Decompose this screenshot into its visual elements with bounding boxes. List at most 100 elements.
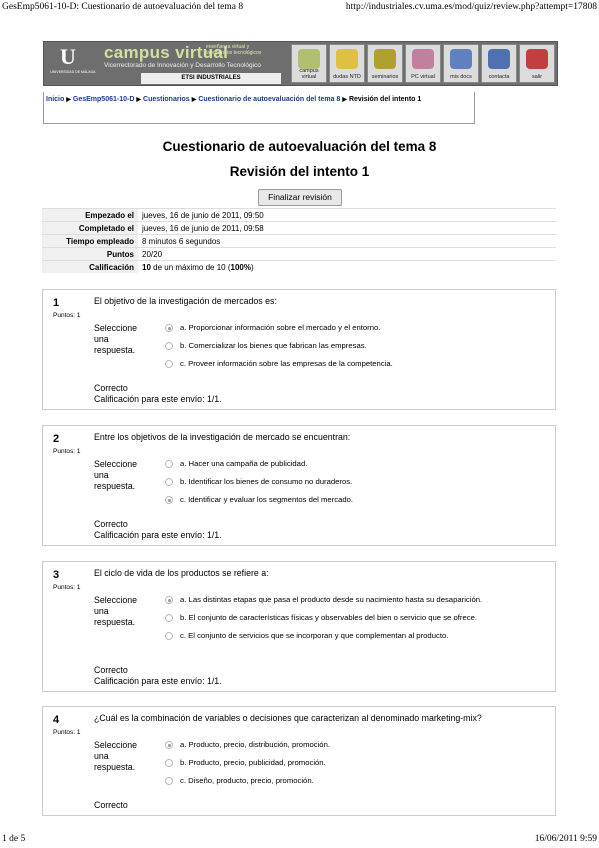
question-number: 2 [53, 433, 60, 445]
answer-option[interactable]: b. El conjunto de características física… [165, 613, 545, 622]
radio-button[interactable] [165, 324, 173, 332]
nav-icon-mis-docs[interactable]: mis docs [443, 44, 479, 83]
print-header: GesEmp5061-10-D: Cuestionario de autoeva… [2, 2, 597, 14]
answer-option[interactable]: a. Hacer una campaña de publicidad. [165, 459, 545, 468]
nav-icon-salir[interactable]: salir [519, 44, 555, 83]
radio-button[interactable] [165, 596, 173, 604]
breadcrumb: Inicio ▶ GesEmp5061-10-D ▶ Cuestionarios ▶ Cue… [43, 92, 475, 124]
question-number: 3 [53, 569, 60, 581]
radio-button[interactable] [165, 460, 173, 468]
summary-label: Completado el [42, 221, 138, 235]
answer-option[interactable]: b. Comercializar los bienes que fabrican… [165, 341, 545, 350]
answer-options: a. Las distintas etapas que pasa el prod… [165, 595, 545, 649]
nav-icon-pc-virtual[interactable]: PC virtual [405, 44, 441, 83]
campus-banner: U UNIVERSIDAD DE MÁLAGA campus virtual e… [43, 41, 558, 86]
question-points: Puntos: 1 [53, 448, 81, 455]
question-result: Correcto [94, 800, 128, 810]
nav-icon-contacta[interactable]: contacta [481, 44, 517, 83]
campus-virtual-icon [298, 49, 320, 69]
question-text: Entre los objetivos de la investigación … [94, 432, 351, 442]
answer-option[interactable]: b. Identificar los bienes de consumo no … [165, 477, 545, 486]
breadcrumb-separator-icon: ▶ [136, 97, 142, 103]
answer-option[interactable]: b. Producto, precio, publicidad, promoci… [165, 758, 545, 767]
nav-icon-label: contacta [488, 74, 510, 80]
nav-icon-label: seminarios [371, 74, 399, 80]
breadcrumb-separator-icon: ▶ [66, 97, 71, 103]
question-result: Correcto [94, 665, 128, 675]
radio-button[interactable] [165, 759, 173, 767]
answer-option[interactable]: a. Producto, precio, distribución, promo… [165, 740, 545, 749]
answer-option[interactable]: c. Diseño, producto, precio, promoción. [165, 776, 545, 785]
nav-icon-seminarios[interactable]: seminarios [367, 44, 403, 83]
nav-icon-label: campus virtual [299, 68, 319, 80]
summary-row: Puntos 20/20 [42, 247, 556, 261]
answer-option[interactable]: c. Identificar y evaluar los segmentos d… [165, 495, 545, 504]
summary-label: Puntos [42, 247, 138, 261]
answer-option-label: c. Diseño, producto, precio, promoción. [180, 776, 314, 785]
answer-option-label: c. Identificar y evaluar los segmentos d… [180, 495, 354, 504]
print-page-number: 1 de 5 [2, 834, 26, 844]
question-grade: Calificación para este envío: 1/1. [94, 676, 222, 686]
banner-nav: campus virtual dudas NTD seminarios PC virt… [291, 44, 555, 83]
summary-row: Calificación 10 de un máximo de 10 (100%) [42, 260, 556, 273]
answer-option-label: b. Producto, precio, publicidad, promoci… [180, 758, 326, 767]
campus-subtitle: Vicerrectorado de Innovación y Desarroll… [104, 62, 261, 69]
print-header-title: GesEmp5061-10-D: Cuestionario de autoeva… [2, 2, 244, 12]
radio-button[interactable] [165, 777, 173, 785]
quiz-title: Cuestionario de autoevaluación del tema … [162, 139, 437, 154]
question-3: 3 Puntos: 1 El ciclo de vida de los produc… [42, 561, 556, 692]
radio-button[interactable] [165, 496, 173, 504]
answer-options: a. Producto, precio, distribución, promo… [165, 740, 545, 794]
nav-icon-campus-virtual[interactable]: campus virtual [291, 44, 327, 83]
summary-row: Completado el jueves, 16 de junio de 2011… [42, 221, 556, 235]
uma-logo: U UNIVERSIDAD DE MÁLAGA [48, 44, 98, 83]
salir-icon [526, 49, 548, 69]
summary-row: Empezado el jueves, 16 de junio de 2011, … [42, 208, 556, 222]
radio-button[interactable] [165, 632, 173, 640]
answer-option-label: a. Hacer una campaña de publicidad. [180, 459, 308, 468]
answer-option-label: a. Proporcionar información sobre el mer… [180, 323, 381, 332]
summary-value: jueves, 16 de junio de 2011, 09:58 [138, 221, 556, 235]
radio-button[interactable] [165, 478, 173, 486]
question-points: Puntos: 1 [53, 312, 81, 319]
summary-label: Calificación [42, 260, 138, 273]
breadcrumb-link[interactable]: Inicio [46, 96, 64, 103]
radio-button[interactable] [165, 741, 173, 749]
answer-prompt: Seleccione una respuesta. [94, 740, 138, 772]
answer-option[interactable]: a. Proporcionar información sobre el mer… [165, 323, 545, 332]
breadcrumb-link[interactable]: Cuestionarios [143, 96, 190, 103]
nav-icon-label: PC virtual [411, 74, 435, 80]
question-text: El ciclo de vida de los productos se ref… [94, 568, 269, 578]
grade-close: ) [250, 262, 254, 272]
radio-button[interactable] [165, 614, 173, 622]
question-points: Puntos: 1 [53, 729, 81, 736]
summary-value: 8 minutos 6 segundos [138, 234, 556, 248]
question-2: 2 Puntos: 1 Entre los objetivos de la inve… [42, 425, 556, 546]
pc-virtual-icon [412, 49, 434, 69]
uma-logo-letter: U [60, 44, 76, 69]
radio-button[interactable] [165, 360, 173, 368]
answer-option[interactable]: a. Las distintas etapas que pasa el prod… [165, 595, 545, 604]
summary-value: 10 de un máximo de 10 (100%) [138, 260, 556, 273]
summary-label: Tiempo empleado [42, 234, 138, 248]
answer-option-label: c. Proveer información sobre las empresa… [180, 359, 393, 368]
nav-icon-dudas-ntd[interactable]: dudas NTD [329, 44, 365, 83]
breadcrumb-current: Revisión del intento 1 [348, 96, 422, 103]
breadcrumb-link[interactable]: Cuestionario de autoevaluación del tema … [198, 96, 340, 103]
radio-button[interactable] [165, 342, 173, 350]
question-result: Correcto [94, 383, 128, 393]
dudas-ntd-icon [336, 49, 358, 69]
nav-icon-label: salir [531, 74, 543, 80]
breadcrumb-link[interactable]: GesEmp5061-10-D [73, 96, 134, 103]
question-points: Puntos: 1 [53, 584, 81, 591]
attempt-title: Revisión del intento 1 [229, 164, 370, 179]
answer-option-label: c. El conjunto de servicios que se incor… [180, 631, 449, 640]
finish-review-button[interactable]: Finalizar revisión [258, 189, 342, 206]
attempt-summary-table: Empezado el jueves, 16 de junio de 2011, … [42, 208, 556, 273]
answer-prompt: Seleccione una respuesta. [94, 595, 138, 627]
question-result: Correcto [94, 519, 128, 529]
answer-option[interactable]: c. Proveer información sobre las empresa… [165, 359, 545, 368]
answer-option[interactable]: c. El conjunto de servicios que se incor… [165, 631, 545, 640]
question-number: 1 [53, 297, 60, 309]
grade-value: 10 [142, 262, 151, 272]
